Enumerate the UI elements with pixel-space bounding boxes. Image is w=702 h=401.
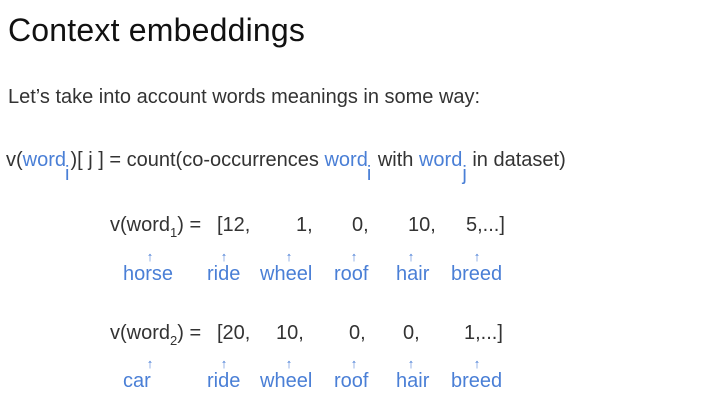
context-word-label: ride [207,263,241,285]
up-arrow-icon: ↑ [220,249,228,264]
formula-word-i-2: word [324,149,368,171]
formula-suffix: in dataset) [466,149,566,171]
context-word-label: car [123,370,151,392]
vector1-value: 5,...] [466,214,505,236]
vector2-value: 10, [276,322,304,344]
context-word-label: roof [334,370,369,392]
vector1-lhs: v(word1) = [110,214,202,240]
formula-with: with [372,149,419,171]
formula-word-i: word [22,149,67,171]
context-word-label: hair [396,370,430,392]
vector1-value: 0, [352,214,369,236]
vector2-value: 1,...] [464,322,503,344]
up-arrow-icon: ↑ [285,356,293,371]
up-arrow-icon: ↑ [407,249,415,264]
up-arrow-icon: ↑ [285,249,293,264]
vector1-value: 1, [296,214,313,236]
context-word-label: breed [451,370,503,392]
formula-middle: )[ j ] = count(co-occurrences [70,149,325,171]
up-arrow-icon: ↑ [220,356,228,371]
up-arrow-icon: ↑ [473,356,481,371]
up-arrow-icon: ↑ [473,249,481,264]
vector2-value: 0, [403,322,420,344]
up-arrow-icon: ↑ [350,249,358,264]
formula-sub-i: i [65,163,70,185]
context-word-label: breed [451,263,503,285]
context-word-label: roof [334,263,369,285]
formula-word-j: word [418,149,463,171]
up-arrow-icon: ↑ [146,249,154,264]
context-word-label: hair [396,263,430,285]
vector1-value: [12, [217,214,251,236]
context-word-label: wheel [260,263,313,285]
vector2-value: 0, [349,322,366,344]
up-arrow-icon: ↑ [146,356,154,371]
up-arrow-icon: ↑ [350,356,358,371]
formula-sub-i-2: i [366,163,372,185]
vector1-value: 10, [408,214,436,236]
formula-prefix: v( [6,149,23,171]
formula-sub-j: j [462,163,467,185]
vector2-value: [20, [217,322,251,344]
context-word-label: horse [123,263,174,285]
intro-text: Let’s take into account words meanings i… [8,86,481,108]
up-arrow-icon: ↑ [407,356,415,371]
context-word-label: ride [207,370,241,392]
context-word-label: wheel [260,370,313,392]
vector2-lhs: v(word2) = [110,322,202,348]
slide-title: Context embeddings [8,12,306,48]
definition-formula: v(wordi)[ j ] = count(co-occurrences wor… [6,149,566,185]
